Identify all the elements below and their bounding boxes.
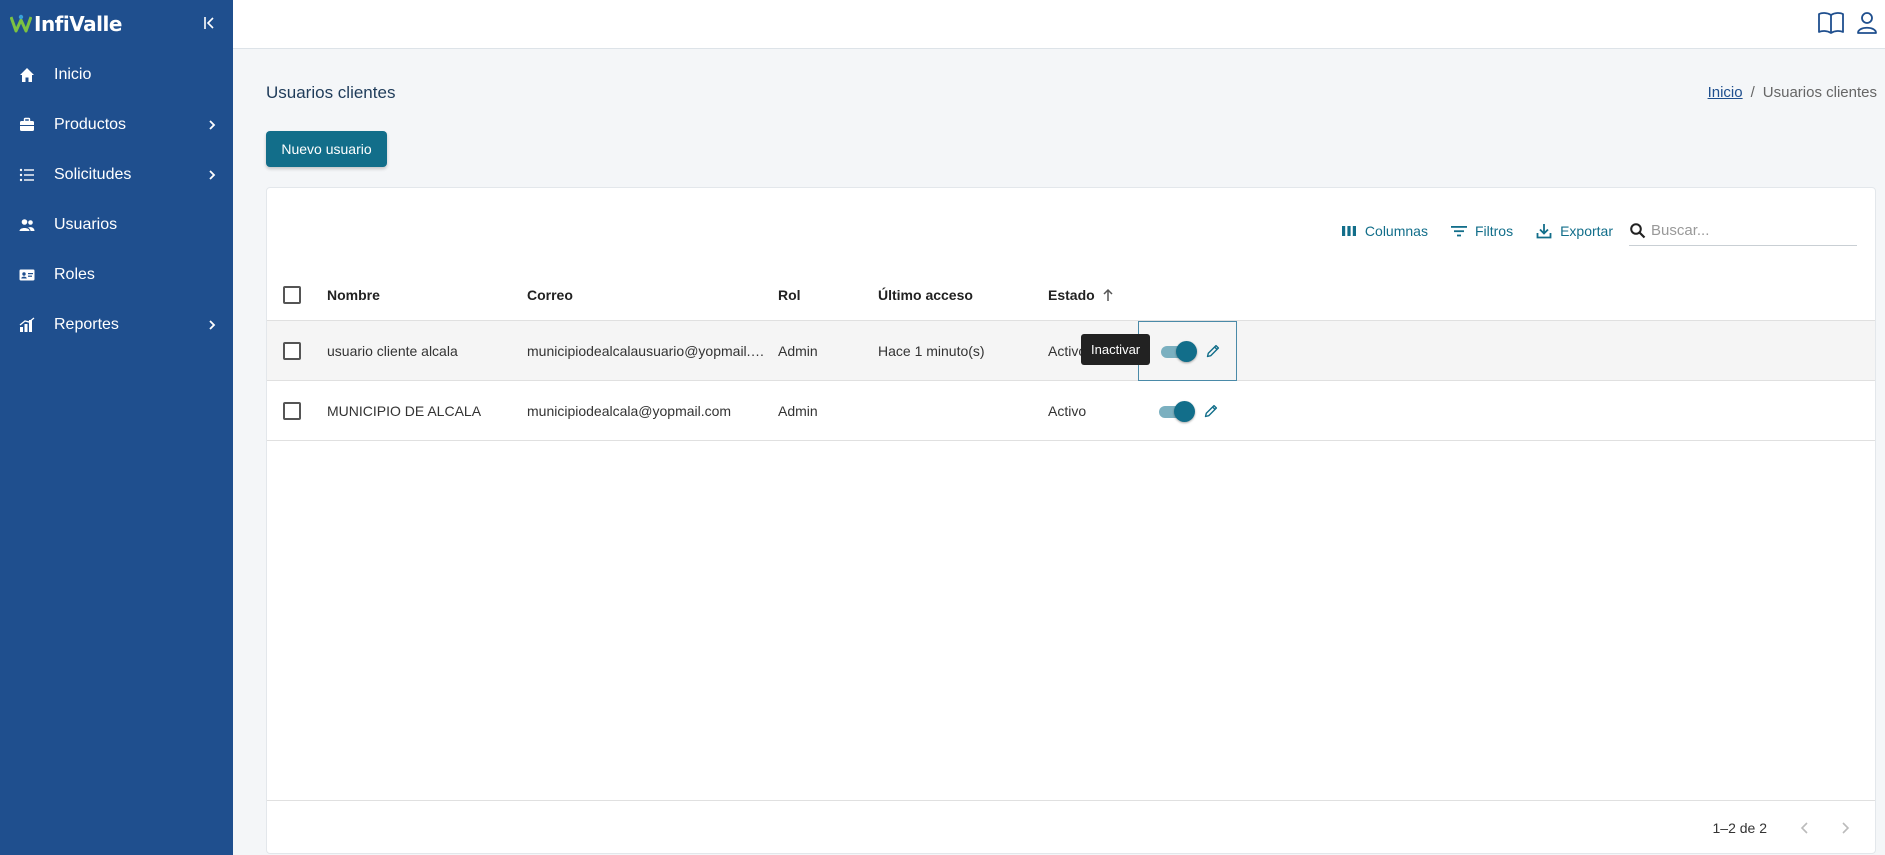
toggle-tooltip: Inactivar bbox=[1081, 334, 1151, 365]
users-grid-card: Columnas Filtros Exportar Nombre Correo … bbox=[266, 187, 1876, 854]
sidebar-item-usuarios[interactable]: Usuarios bbox=[0, 200, 233, 250]
cell-ultimo-acceso bbox=[878, 381, 1038, 440]
column-header-nombre[interactable]: Nombre bbox=[327, 270, 517, 320]
search-input[interactable] bbox=[1651, 222, 1841, 239]
row-checkbox[interactable] bbox=[283, 342, 301, 360]
sidebar-item-label: Usuarios bbox=[54, 216, 118, 233]
sidebar-item-label: Inicio bbox=[54, 66, 92, 83]
id-card-icon bbox=[19, 269, 35, 281]
new-user-button[interactable]: Nuevo usuario bbox=[266, 131, 387, 167]
sidebar: InfiValle Inicio Productos Solicitudes U… bbox=[0, 0, 233, 855]
row-checkbox[interactable] bbox=[283, 402, 301, 420]
sidebar-item-label: Roles bbox=[54, 266, 95, 283]
filters-button[interactable]: Filtros bbox=[1450, 222, 1513, 240]
filter-icon bbox=[1450, 226, 1467, 237]
toggle-knob bbox=[1174, 401, 1195, 422]
grid-footer: 1–2 de 2 bbox=[267, 800, 1875, 853]
pagination: 1–2 de 2 bbox=[1713, 818, 1858, 838]
column-header-label: Estado bbox=[1048, 287, 1095, 303]
users-table: Nombre Correo Rol Último acceso Estado u… bbox=[267, 270, 1875, 441]
row-actions-cell bbox=[1137, 381, 1237, 441]
chevron-right-icon bbox=[209, 320, 216, 330]
chevron-left-icon bbox=[1800, 822, 1808, 834]
chevron-right-icon bbox=[1842, 822, 1850, 834]
select-all-checkbox[interactable] bbox=[283, 286, 301, 304]
collapse-sidebar-icon[interactable] bbox=[199, 13, 219, 33]
user-icon[interactable] bbox=[1853, 10, 1881, 36]
chevron-right-icon bbox=[209, 170, 216, 180]
logo-row: InfiValle bbox=[0, 0, 233, 48]
columns-icon bbox=[1341, 226, 1356, 236]
pagination-label: 1–2 de 2 bbox=[1712, 820, 1768, 836]
top-bar bbox=[233, 0, 1885, 49]
breadcrumb-home-link[interactable]: Inicio bbox=[1708, 84, 1743, 101]
logo-mark-icon bbox=[10, 14, 32, 33]
breadcrumb-separator: / bbox=[1750, 84, 1755, 101]
download-icon bbox=[1536, 224, 1552, 239]
cell-ultimo-acceso: Hace 1 minuto(s) bbox=[878, 342, 985, 359]
sidebar-item-label: Solicitudes bbox=[54, 166, 132, 183]
columns-button[interactable]: Columnas bbox=[1340, 222, 1428, 240]
infivalle-logo[interactable]: InfiValle bbox=[10, 12, 122, 36]
table-row[interactable]: usuario cliente alcala municipiodealcala… bbox=[267, 321, 1875, 381]
logo-text: InfiValle bbox=[34, 12, 122, 36]
column-header-ultimo-acceso[interactable]: Último acceso bbox=[878, 270, 1038, 320]
sidebar-item-productos[interactable]: Productos bbox=[0, 100, 233, 150]
sidebar-item-reportes[interactable]: Reportes bbox=[0, 300, 233, 350]
cell-nombre: MUNICIPIO DE ALCALA bbox=[327, 402, 482, 419]
column-header-estado[interactable]: Estado bbox=[1048, 270, 1148, 320]
chevron-right-icon bbox=[209, 120, 216, 130]
filters-label: Filtros bbox=[1474, 223, 1514, 239]
cell-correo: municipiodealcalausuario@yopmail.… bbox=[527, 342, 763, 359]
users-icon bbox=[19, 219, 35, 231]
breadcrumb-current: Usuarios clientes bbox=[1762, 84, 1877, 101]
sidebar-item-solicitudes[interactable]: Solicitudes bbox=[0, 150, 233, 200]
column-header-correo[interactable]: Correo bbox=[527, 270, 763, 320]
export-label: Exportar bbox=[1560, 223, 1613, 239]
sidebar-item-roles[interactable]: Roles bbox=[0, 250, 233, 300]
search-icon bbox=[1630, 222, 1646, 238]
previous-page-button[interactable] bbox=[1793, 818, 1817, 838]
status-toggle[interactable] bbox=[1159, 341, 1197, 362]
row-actions-cell bbox=[1138, 321, 1237, 381]
cell-rol: Admin bbox=[778, 402, 818, 419]
breadcrumb: Inicio / Usuarios clientes bbox=[1708, 84, 1877, 101]
bar-chart-icon bbox=[19, 317, 35, 332]
sidebar-item-label: Reportes bbox=[54, 316, 119, 333]
toggle-knob bbox=[1176, 341, 1197, 362]
briefcase-icon bbox=[20, 117, 34, 131]
list-icon bbox=[19, 168, 34, 182]
edit-pencil-icon[interactable] bbox=[1205, 343, 1221, 359]
cell-correo: municipiodealcala@yopmail.com bbox=[527, 402, 732, 419]
home-icon bbox=[20, 68, 34, 82]
grid-toolbar: Columnas Filtros Exportar bbox=[1318, 216, 1857, 246]
export-button[interactable]: Exportar bbox=[1535, 222, 1613, 240]
columns-label: Columnas bbox=[1364, 223, 1428, 239]
table-row[interactable]: MUNICIPIO DE ALCALA municipiodealcala@yo… bbox=[267, 381, 1875, 441]
page-title: Usuarios clientes bbox=[266, 83, 396, 102]
sort-ascending-icon[interactable] bbox=[1101, 288, 1115, 302]
sidebar-nav: Inicio Productos Solicitudes Usuarios Ro… bbox=[0, 50, 233, 350]
column-header-label: Rol bbox=[778, 287, 801, 303]
sidebar-item-inicio[interactable]: Inicio bbox=[0, 50, 233, 100]
column-header-label: Nombre bbox=[327, 287, 380, 303]
next-page-button[interactable] bbox=[1833, 818, 1857, 838]
edit-pencil-icon[interactable] bbox=[1203, 403, 1219, 419]
status-toggle[interactable] bbox=[1157, 401, 1195, 422]
column-header-label: Último acceso bbox=[878, 287, 973, 303]
column-header-rol[interactable]: Rol bbox=[778, 270, 858, 320]
cell-estado: Activo bbox=[1048, 402, 1087, 419]
search-field bbox=[1629, 216, 1857, 246]
column-header-label: Correo bbox=[527, 287, 573, 303]
book-icon[interactable] bbox=[1817, 10, 1845, 36]
cell-nombre: usuario cliente alcala bbox=[327, 342, 458, 359]
sidebar-item-label: Productos bbox=[54, 116, 127, 133]
cell-rol: Admin bbox=[778, 342, 818, 359]
table-header-row: Nombre Correo Rol Último acceso Estado bbox=[267, 270, 1875, 321]
